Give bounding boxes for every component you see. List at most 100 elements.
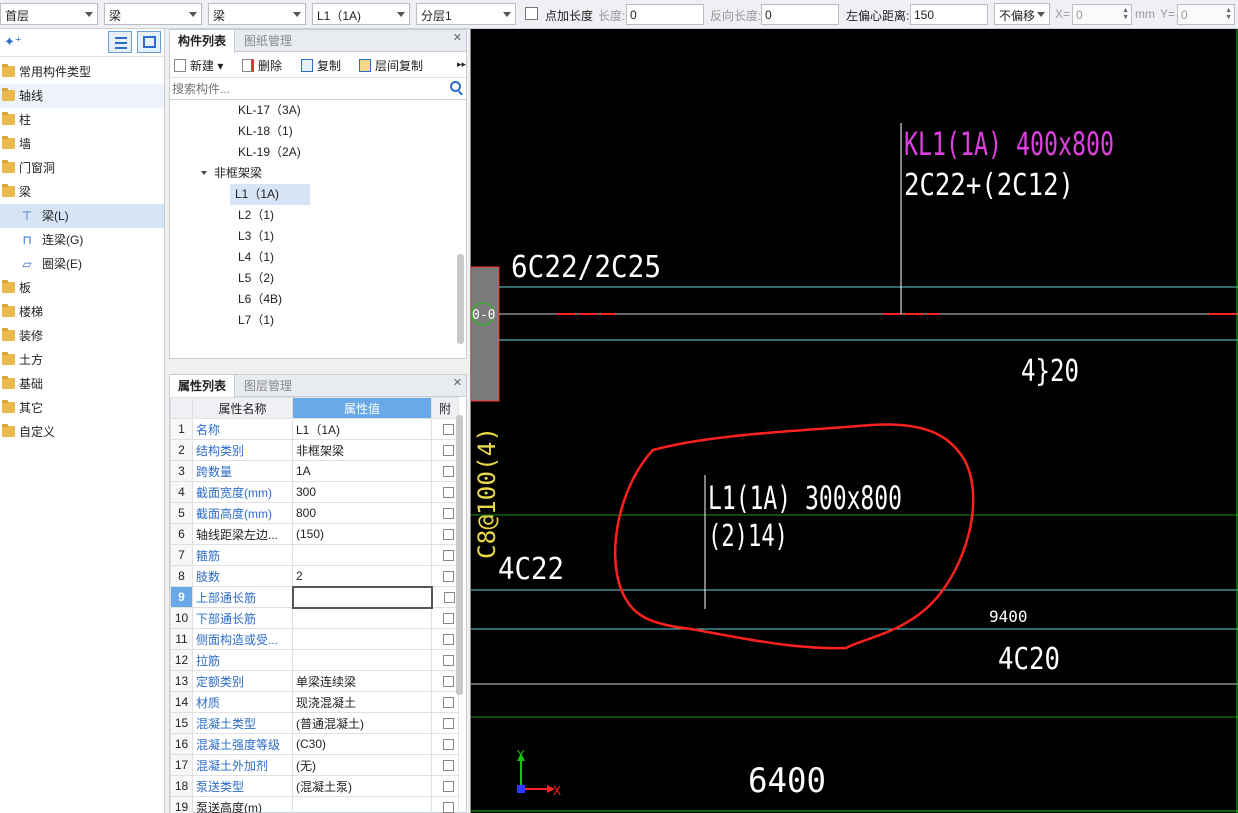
left-vertical-label[interactable]: C8@100(4) [473, 427, 501, 559]
list-item[interactable]: L2（1) [170, 205, 466, 226]
component-select[interactable]: L1（1A) [312, 3, 410, 25]
tab-component-list[interactable]: 构件列表 [170, 30, 236, 53]
table-row[interactable]: 9 上部通长筋 [170, 585, 459, 609]
tab-drawing-manager[interactable]: 图纸管理 [236, 30, 300, 52]
attach-checkbox[interactable] [443, 718, 454, 730]
more-icon[interactable]: ▸▸ [457, 59, 466, 70]
property-value[interactable] [292, 544, 432, 566]
property-value[interactable] [292, 628, 432, 650]
tree-item-custom[interactable]: 自定义 [0, 420, 164, 444]
list-item-selected[interactable]: L1（1A) [170, 184, 466, 205]
table-row[interactable]: 12 拉筋 [170, 649, 459, 671]
table-row[interactable]: 2 结构类别 非框架梁 [170, 439, 459, 461]
property-value[interactable]: (150) [292, 523, 432, 545]
copy-button[interactable]: 复制 [301, 57, 341, 74]
property-value[interactable]: 现浇混凝土 [292, 691, 432, 713]
tree-item-beam-l[interactable]: ⊤ 梁(L) [0, 204, 164, 228]
l1-stirrup-label[interactable]: (2)14) [708, 519, 788, 554]
kl1-label[interactable]: KL1(1A) 400x800 [904, 125, 1114, 163]
attach-checkbox[interactable] [443, 592, 455, 604]
component-search-input[interactable] [172, 80, 442, 98]
right-rebar-label-2[interactable]: 4C20 [998, 642, 1060, 677]
table-row[interactable]: 10 下部通长筋 [170, 607, 459, 629]
list-item[interactable]: L6（4B) [170, 289, 466, 310]
x-input[interactable]: 0 ▲ ▼ [1072, 4, 1132, 25]
property-value[interactable]: (混凝土泵) [292, 775, 432, 797]
property-value[interactable]: (普通混凝土) [292, 712, 432, 734]
table-row[interactable]: 4 截面宽度(mm) 300 [170, 481, 459, 503]
kl1-rebar-label[interactable]: 2C22+(2C12) [904, 168, 1074, 203]
right-rebar-label[interactable]: 4}20 [1021, 354, 1079, 389]
list-item[interactable]: L4（1) [170, 247, 466, 268]
attach-checkbox[interactable] [443, 781, 454, 793]
list-item[interactable]: L5（2) [170, 268, 466, 289]
attach-checkbox[interactable] [443, 802, 454, 813]
close-icon[interactable]: ✕ [453, 376, 462, 389]
panel-view-button[interactable] [137, 31, 161, 53]
property-value[interactable]: (无) [292, 754, 432, 776]
tree-item-beam[interactable]: 梁 [0, 180, 164, 204]
table-row[interactable]: 3 跨数量 1A [170, 460, 459, 482]
attach-checkbox[interactable] [443, 655, 454, 667]
attach-checkbox[interactable] [443, 613, 454, 625]
attach-checkbox[interactable] [443, 550, 454, 562]
tab-layer-manager[interactable]: 图层管理 [236, 375, 300, 397]
column-block[interactable] [471, 266, 500, 402]
tab-property-list[interactable]: 属性列表 [170, 375, 236, 398]
attach-checkbox[interactable] [443, 697, 454, 709]
list-view-button[interactable] [108, 31, 132, 53]
property-value[interactable]: 单梁连续梁 [292, 670, 432, 692]
attach-checkbox[interactable] [443, 571, 454, 583]
top-rebar-label[interactable]: 6C22/2C25 [511, 250, 661, 285]
property-value[interactable]: 1A [292, 460, 432, 482]
tree-item-ring-beam[interactable]: ▱ 圈梁(E) [0, 252, 164, 276]
list-item[interactable]: KL-18（1) [170, 121, 466, 142]
table-row[interactable]: 17 混凝土外加剂 (无) [170, 754, 459, 776]
close-icon[interactable]: ✕ [453, 31, 462, 44]
property-value[interactable]: 2 [292, 565, 432, 587]
tree-item-wall[interactable]: 墙 [0, 132, 164, 156]
property-value[interactable] [292, 607, 432, 629]
property-value[interactable] [292, 649, 432, 671]
tree-item-decoration[interactable]: 装修 [0, 324, 164, 348]
list-item[interactable]: L7（1) [170, 310, 466, 331]
sparkle-icon[interactable]: ✦⁺ [4, 34, 22, 50]
delete-button[interactable]: 删除 [242, 57, 282, 74]
dimension-9400[interactable]: 9400 [989, 607, 1028, 626]
point-length-checkbox[interactable] [525, 7, 538, 20]
offset-mode-select[interactable]: 不偏移 [994, 3, 1050, 25]
scrollbar[interactable] [456, 415, 463, 695]
subcategory-select[interactable]: 梁 [208, 3, 306, 25]
floor-select[interactable]: 首层 [0, 3, 98, 25]
property-value[interactable] [291, 585, 433, 609]
table-row[interactable]: 11 侧面构造或受... [170, 628, 459, 650]
list-item[interactable]: L3（1) [170, 226, 466, 247]
table-row[interactable]: 8 肢数 2 [170, 565, 459, 587]
tree-item-common[interactable]: 常用构件类型 [0, 60, 164, 84]
search-icon[interactable] [450, 81, 461, 92]
attach-checkbox[interactable] [443, 445, 454, 457]
tree-item-link-beam[interactable]: ⊓ 连梁(G) [0, 228, 164, 252]
attach-checkbox[interactable] [443, 760, 454, 772]
table-row[interactable]: 18 泵送类型 (混凝土泵) [170, 775, 459, 797]
attach-checkbox[interactable] [443, 676, 454, 688]
table-row[interactable]: 16 混凝土强度等级 (C30) [170, 733, 459, 755]
expand-triangle-icon[interactable] [201, 171, 207, 175]
tree-item-axis[interactable]: 轴线 [0, 84, 164, 108]
l1-label[interactable]: L1(1A) 300x800 [708, 479, 902, 517]
tree-item-slab[interactable]: 板 [0, 276, 164, 300]
attach-checkbox[interactable] [443, 529, 454, 541]
table-row[interactable]: 19 泵送高度(m) [170, 796, 459, 813]
attach-checkbox[interactable] [443, 424, 454, 436]
table-row[interactable]: 13 定额类别 单梁连续梁 [170, 670, 459, 692]
list-item[interactable]: KL-19（2A) [170, 142, 466, 163]
attach-checkbox[interactable] [443, 487, 454, 499]
cad-drawing-canvas[interactable]: 0-0 KL1(1A) 400x800 2C22+(2C12) 6C22/2C2… [470, 29, 1238, 813]
table-row[interactable]: 5 截面高度(mm) 800 [170, 502, 459, 524]
property-value[interactable]: 300 [292, 481, 432, 503]
y-input[interactable]: 0 ▲ ▼ [1177, 4, 1235, 25]
scrollbar[interactable] [457, 254, 464, 344]
tree-item-other[interactable]: 其它 [0, 396, 164, 420]
table-row[interactable]: 7 箍筋 [170, 544, 459, 566]
spinner-icon[interactable]: ▲ ▼ [1225, 7, 1232, 21]
